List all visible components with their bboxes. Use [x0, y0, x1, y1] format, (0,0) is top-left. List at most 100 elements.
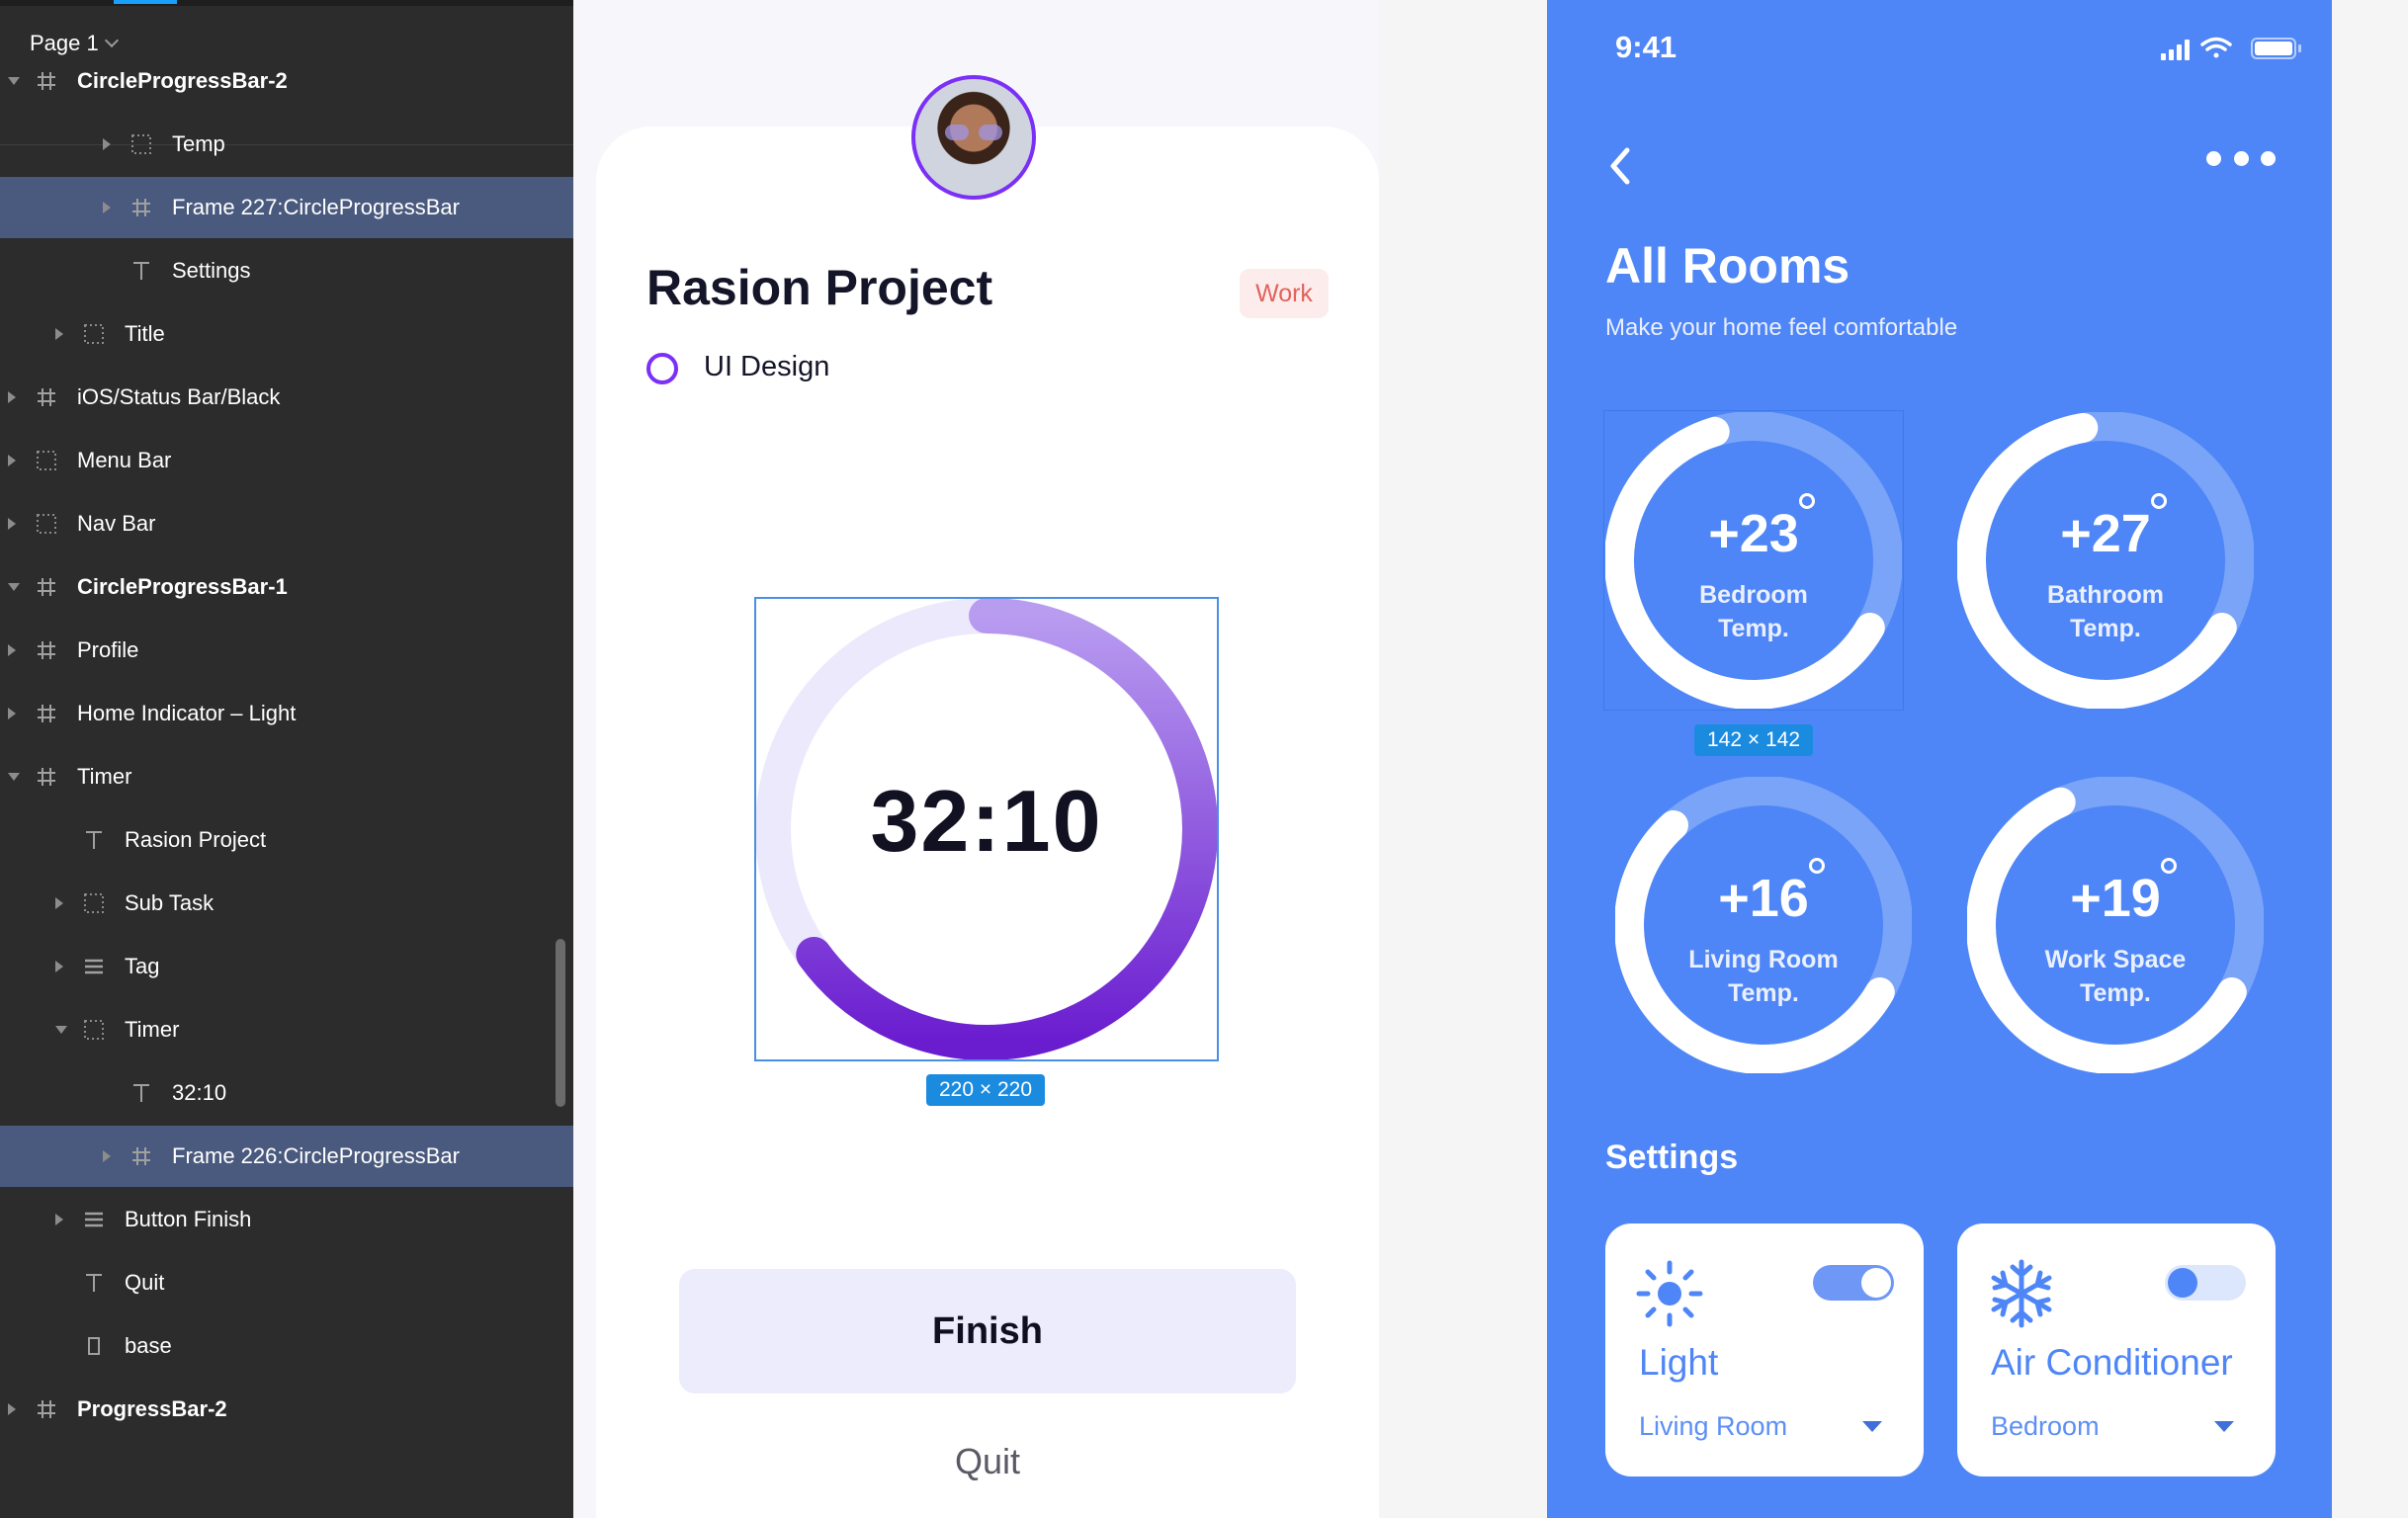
layer-label: Sub Task [125, 890, 215, 915]
project-title: Rasion Project [646, 260, 993, 315]
tag-badge[interactable]: Work [1240, 269, 1329, 318]
light-toggle[interactable] [1813, 1265, 1894, 1301]
layer-row[interactable]: iOS/Status Bar/Black [0, 367, 573, 428]
finish-button[interactable]: Finish [679, 1269, 1296, 1393]
layer-label: Title [125, 321, 165, 346]
caret-right-icon[interactable] [103, 1150, 111, 1162]
back-arrow-icon[interactable] [1599, 142, 1639, 192]
layer-row[interactable]: Timer [0, 999, 573, 1060]
room-name: Work Space [2044, 946, 2187, 973]
layer-label: Nav Bar [77, 511, 156, 536]
layer-label: Frame 227:CircleProgressBar [172, 195, 460, 219]
layer-row[interactable]: Button Finish [0, 1189, 573, 1250]
device-room: Living Room [1639, 1411, 1788, 1441]
layer-row[interactable]: CircleProgressBar-1 [0, 556, 573, 618]
caret-right-icon[interactable] [55, 328, 63, 340]
dropdown-arrow-icon[interactable] [2214, 1421, 2234, 1432]
scrollbar[interactable] [556, 939, 565, 1107]
caret-right-icon[interactable] [8, 708, 16, 719]
layer-label: Profile [77, 637, 139, 662]
autolayout-icon [81, 954, 107, 979]
caret-right-icon[interactable] [8, 391, 16, 403]
caret-down-icon[interactable] [55, 1026, 67, 1034]
layer-label: base [125, 1333, 172, 1358]
caret-down-icon[interactable] [8, 583, 20, 591]
autolayout-icon [81, 1207, 107, 1232]
size-label: 220 × 220 [926, 1074, 1045, 1106]
avatar-glasses [945, 125, 1002, 140]
layer-label: CircleProgressBar-1 [77, 574, 288, 599]
group-icon [81, 321, 107, 347]
caret-right-icon[interactable] [103, 202, 111, 213]
layer-row[interactable]: Temp [0, 114, 573, 175]
layer-row[interactable]: Title [0, 303, 573, 365]
layer-row[interactable]: 32:10 [0, 1062, 573, 1124]
caret-right-icon[interactable] [55, 1214, 63, 1225]
degree-icon [2151, 493, 2167, 509]
canvas-background [2332, 0, 2408, 1518]
caret-right-icon[interactable] [55, 961, 63, 972]
text-icon [81, 827, 107, 853]
text-icon [81, 1270, 107, 1296]
room-label: Living Room Temp. [1615, 943, 1912, 1010]
wifi-icon [2200, 37, 2232, 58]
frame-icon [34, 384, 59, 410]
caret-right-icon[interactable] [103, 138, 111, 150]
more-options-icon[interactable] [2206, 146, 2276, 170]
degree-icon [1809, 858, 1825, 874]
battery-icon [2251, 38, 2301, 59]
layer-row[interactable]: Home Indicator – Light [0, 683, 573, 744]
caret-right-icon[interactable] [8, 1403, 16, 1415]
layer-row[interactable]: CircleProgressBar-2 [0, 50, 573, 112]
quit-button[interactable]: Quit [679, 1441, 1296, 1482]
frame-icon [34, 764, 59, 790]
avatar[interactable] [911, 75, 1036, 200]
device-room: Bedroom [1991, 1411, 2100, 1441]
caret-right-icon[interactable] [55, 897, 63, 909]
layer-label: 32:10 [172, 1080, 227, 1105]
text-icon [129, 258, 154, 284]
layer-row[interactable]: Tag [0, 936, 573, 997]
device-card-light[interactable]: Light Living Room [1605, 1223, 1924, 1476]
frame-icon [34, 637, 59, 663]
layer-row[interactable]: Frame 226:CircleProgressBar [0, 1126, 573, 1187]
layers-panel: Page 1 CircleProgressBar-2 Temp Frame 227:… [0, 0, 573, 1518]
layer-row[interactable]: Nav Bar [0, 493, 573, 554]
caret-down-icon[interactable] [8, 773, 20, 781]
layer-row[interactable]: Quit [0, 1252, 573, 1313]
layer-label: CircleProgressBar-2 [77, 68, 288, 93]
layer-label: Menu Bar [77, 448, 172, 472]
subtask-label: UI Design [704, 351, 830, 382]
layer-row[interactable]: ProgressBar-2 [0, 1379, 573, 1440]
layer-row[interactable]: Settings [0, 240, 573, 301]
dropdown-arrow-icon[interactable] [1862, 1421, 1882, 1432]
device-name: Air Conditioner [1991, 1342, 2233, 1383]
frame-icon [34, 701, 59, 726]
caret-down-icon[interactable] [8, 77, 20, 85]
air-conditioner-toggle[interactable] [2165, 1265, 2246, 1301]
room-temperature-gauge[interactable]: +27 Bathroom Temp. [1957, 412, 2254, 709]
timer-value: 32:10 [870, 772, 1103, 870]
group-icon [129, 131, 154, 157]
layer-row[interactable]: Menu Bar [0, 430, 573, 491]
layer-row[interactable]: Profile [0, 620, 573, 681]
room-temperature-gauge[interactable]: +16 Living Room Temp. [1615, 777, 1912, 1073]
layer-row[interactable]: Sub Task [0, 873, 573, 934]
layer-label: Settings [172, 258, 251, 283]
caret-right-icon[interactable] [8, 455, 16, 466]
frame-icon [34, 574, 59, 600]
layer-row[interactable]: base [0, 1315, 573, 1377]
device-card-air-conditioner[interactable]: Air Conditioner Bedroom [1957, 1223, 2276, 1476]
layer-row[interactable]: Timer [0, 746, 573, 807]
layer-label: Quit [125, 1270, 165, 1295]
frame-icon [34, 1396, 59, 1422]
layer-row[interactable]: Frame 227:CircleProgressBar [0, 177, 573, 238]
subtask-checkbox[interactable] [646, 353, 678, 384]
layer-row[interactable]: Rasion Project [0, 809, 573, 871]
group-icon [81, 890, 107, 916]
room-temperature-gauge[interactable]: +19 Work Space Temp. [1967, 777, 2264, 1073]
caret-right-icon[interactable] [8, 518, 16, 530]
caret-right-icon[interactable] [8, 644, 16, 656]
room-label: Work Space Temp. [1967, 943, 2264, 1010]
group-icon [34, 511, 59, 537]
